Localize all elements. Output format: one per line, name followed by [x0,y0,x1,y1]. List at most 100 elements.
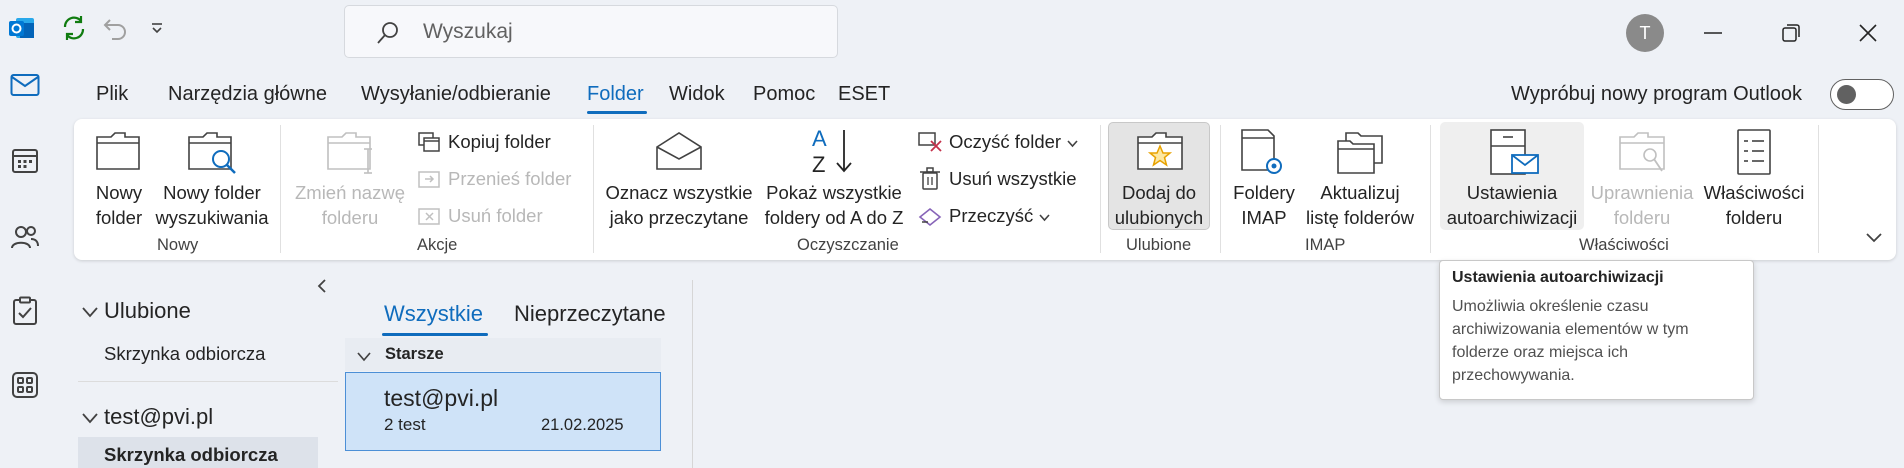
calendar-icon[interactable] [8,143,42,177]
toggle-knob [1837,85,1856,104]
app-rail [0,0,48,468]
new-outlook-toggle[interactable] [1830,79,1894,110]
try-new-outlook-label: Wypróbuj nowy program Outlook [1511,83,1803,105]
account-inbox-label: Skrzynka odbiorcza [104,444,278,465]
group-label-wlasciwosci: Właściwości [1579,236,1669,254]
imap-folders-label-2: IMAP [1241,207,1287,228]
account-inbox-item[interactable]: Skrzynka odbiorcza [78,437,318,468]
properties-label-1: Właściwości [1703,182,1805,203]
group-label-oczyszczanie: Oczyszczanie [797,236,899,254]
rename-folder-icon [326,131,378,180]
new-search-folder-label-1: Nowy folder [163,182,261,203]
new-search-folder-button[interactable]: Nowy folder wyszukiwania [152,180,272,230]
chevron-down-icon[interactable] [82,411,98,429]
show-all-folders-label-2: foldery od A do Z [764,207,904,228]
mail-icon[interactable] [8,68,42,102]
tab-folder[interactable]: Folder [587,83,644,106]
people-icon[interactable] [8,220,42,254]
search-box[interactable]: Wyszukaj [344,5,838,58]
tab-send-receive[interactable]: Wysyłanie/odbieranie [361,83,551,106]
cleanup-button[interactable]: Przeczyść [917,203,1050,229]
new-folder-icon [95,131,141,176]
pane-divider[interactable] [692,280,693,468]
tooltip-body: Umożliwia określenie czasu archiwizowani… [1452,295,1741,387]
folder-properties-button[interactable]: Właściwości folderu [1700,180,1808,230]
clean-folder-button[interactable]: Oczyść folder [917,129,1078,155]
copy-folder-button[interactable]: Kopiuj folder [416,129,551,155]
sort-az-icon: AZ [810,126,860,181]
customize-qat-icon[interactable] [143,14,171,42]
tab-view[interactable]: Widok [669,83,725,106]
move-folder-button[interactable]: Przenieś folder [416,166,571,192]
ribbon-expand-chevron-icon[interactable] [1866,230,1882,248]
folder-permissions-button[interactable]: Uprawnienia folderu [1584,180,1700,230]
delete-folder-icon [416,203,442,229]
chevron-down-icon [357,349,371,367]
tab-unread[interactable]: Nieprzeczytane [514,301,666,327]
add-to-favorites-label-2: ulubionych [1114,207,1204,228]
update-folder-list-label-1: Aktualizuj [1320,182,1400,203]
rename-folder-label-1: Zmień nazwę [294,182,405,203]
folder-pane-divider [78,381,338,382]
minimize-icon[interactable] [1695,15,1731,51]
group-separator [1100,125,1101,253]
autoarchive-label-2: autoarchiwizacji [1446,207,1578,228]
collapse-pane-icon[interactable] [316,279,328,298]
delete-all-button[interactable]: Usuń wszystkie [917,166,1076,192]
cleanup-label: Przeczyść [949,205,1034,226]
group-separator [280,125,281,253]
show-all-folders-label-1: Pokaż wszystkie [766,182,902,203]
update-folder-list-label-2: listę folderów [1306,207,1414,228]
group-label-nowy: Nowy [157,236,199,254]
restore-icon[interactable] [1773,15,1809,51]
favorites-inbox[interactable]: Skrzynka odbiorcza [104,343,265,365]
group-label-akcje: Akcje [417,236,458,254]
group-header-older[interactable]: Starsze [345,338,661,371]
mark-all-read-label-2: jako przeczytane [609,207,749,228]
tooltip-line: archiwizowania elementów w tym [1452,321,1689,338]
group-label-imap: IMAP [1305,236,1346,254]
sync-icon[interactable] [60,14,88,42]
apps-icon[interactable] [8,368,42,402]
rename-folder-label-2: folderu [321,207,379,228]
show-all-folders-az-button[interactable]: Pokaż wszystkie foldery od A do Z [758,180,910,230]
search-icon [375,20,401,51]
tasks-icon[interactable] [8,294,42,328]
add-to-favorites-label-1: Dodaj do [1121,182,1197,203]
mark-all-read-label-1: Oznacz wszystkie [605,182,753,203]
tooltip-title: Ustawienia autoarchiwizacji [1452,269,1664,286]
new-folder-label-2: folder [95,207,143,228]
search-placeholder: Wyszukaj [423,20,513,43]
account-header[interactable]: test@pvi.pl [104,404,213,430]
clean-folder-label: Oczyść folder [949,131,1062,152]
new-folder-label-1: Nowy [95,182,143,203]
cleanup-icon [917,203,943,229]
tab-plik[interactable]: Plik [96,83,128,106]
new-folder-button[interactable]: Nowy folder [88,180,150,230]
clean-folder-icon [917,129,943,155]
mark-all-read-button[interactable]: Oznacz wszystkie jako przeczytane [604,180,754,230]
chevron-down-icon[interactable] [82,305,98,323]
undo-icon[interactable] [101,14,129,42]
close-icon[interactable] [1850,15,1886,51]
tab-eset[interactable]: ESET [838,83,890,106]
favorites-header[interactable]: Ulubione [104,298,191,324]
group-header-label: Starsze [385,345,444,363]
copy-folder-label: Kopiuj folder [448,131,551,152]
update-folder-list-button[interactable]: Aktualizuj listę folderów [1300,180,1420,230]
message-item[interactable]: test@pvi.pl 2 test 21.02.2025 [345,372,661,451]
svg-text:A: A [812,126,827,151]
delete-folder-button[interactable]: Usuń folder [416,203,543,229]
delete-all-label: Usuń wszystkie [949,168,1077,189]
folder-permissions-icon [1618,131,1668,180]
tab-home[interactable]: Narzędzia główne [168,83,327,106]
group-separator [1818,125,1819,253]
imap-folders-button[interactable]: Foldery IMAP [1226,180,1302,230]
rename-folder-button[interactable]: Zmień nazwę folderu [290,180,410,230]
update-folder-list-icon [1336,131,1384,180]
tab-all[interactable]: Wszystkie [384,301,483,327]
tab-help[interactable]: Pomoc [753,83,815,106]
new-search-folder-icon [187,131,239,184]
avatar[interactable]: T [1626,14,1664,52]
group-separator [1430,125,1431,253]
